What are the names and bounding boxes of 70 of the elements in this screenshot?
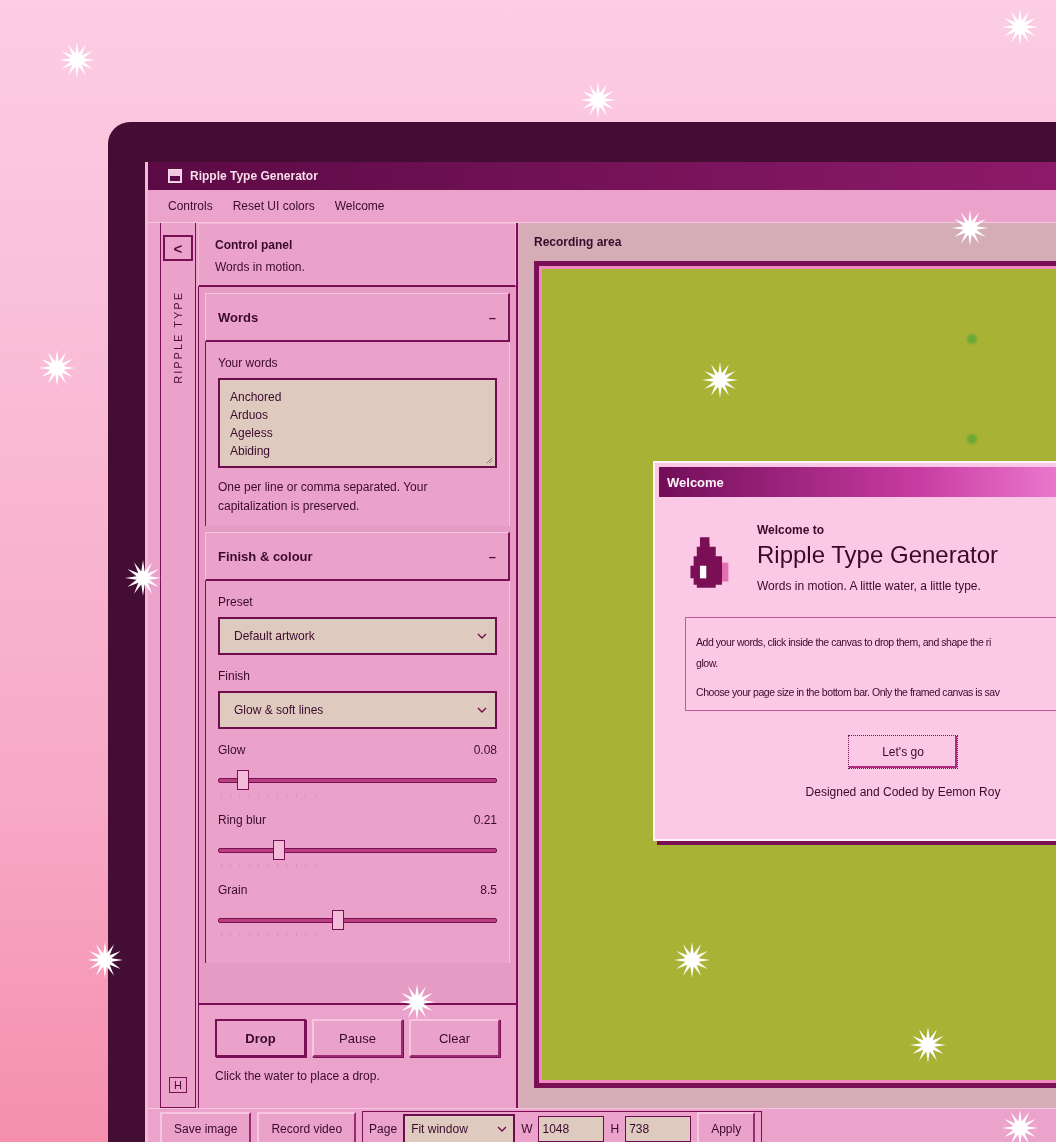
slider-label: Glow xyxy=(218,743,246,757)
dropdown[interactable]: Glow & soft lines xyxy=(218,691,497,729)
ripple-dot xyxy=(967,334,977,344)
chevron-down-icon xyxy=(477,707,487,713)
action-button[interactable]: Pause xyxy=(312,1019,403,1057)
field-label: Your words xyxy=(218,356,279,370)
width-input[interactable]: 1048 xyxy=(538,1116,605,1142)
section-header[interactable]: Finish & colour – xyxy=(205,532,510,581)
words-textarea[interactable]: Anchored Arduos Ageless Abiding xyxy=(218,378,497,468)
credit-text: Designed and Coded by Eemon Roy xyxy=(804,785,1002,799)
welcome-heading: Ripple Type Generator xyxy=(757,541,999,569)
field-label: Preset xyxy=(218,595,254,609)
slider-value: 8.5 xyxy=(480,883,497,897)
slider-track[interactable] xyxy=(218,839,497,861)
word-line: Abiding xyxy=(230,443,272,460)
resize-grip-icon xyxy=(485,456,493,464)
word-line: Anchored xyxy=(230,389,283,406)
info-text: Add your words, click inside the canvas to drop them, and shape the ri glow. xyxy=(696,635,991,671)
slider-label: Grain xyxy=(218,883,248,897)
menu-item[interactable]: Reset UI colors xyxy=(232,199,315,213)
page-dropdown[interactable]: Fit window xyxy=(403,1114,516,1142)
hint-text: One per line or comma separated. Your capitalization is preserved. xyxy=(218,479,429,515)
collapse-toggle[interactable]: – xyxy=(488,548,496,564)
dialog-title-bar: Welcome xyxy=(659,467,1056,497)
word-line: Ageless xyxy=(230,425,274,442)
field-label: Finish xyxy=(218,669,251,683)
chevron-down-icon xyxy=(477,633,487,639)
slider-value: 0.08 xyxy=(473,743,497,757)
action-button[interactable]: Clear xyxy=(409,1019,500,1057)
slider-track[interactable] xyxy=(218,909,497,931)
back-button[interactable]: < xyxy=(163,235,193,261)
action-button[interactable]: Drop xyxy=(215,1019,306,1057)
field-label: H xyxy=(610,1122,620,1136)
section-header[interactable]: Words – xyxy=(205,293,510,342)
welcome-kicker: Welcome to xyxy=(757,523,826,537)
field-label: Page xyxy=(369,1122,398,1136)
slider-thumb[interactable] xyxy=(237,770,250,790)
panel-subtitle: Words in motion. xyxy=(215,260,306,274)
ripple-dot xyxy=(967,434,977,444)
panel-title: Recording area xyxy=(534,234,622,251)
menu-item[interactable]: Welcome xyxy=(334,199,385,213)
lets-go-button[interactable]: Let's go xyxy=(848,735,958,769)
window-title: Ripple Type Generator xyxy=(190,169,318,183)
toolbar-button[interactable]: Record video xyxy=(257,1112,357,1142)
collapse-toggle[interactable]: – xyxy=(488,309,496,325)
section-title: Finish & colour xyxy=(218,548,313,564)
dropdown[interactable]: Default artwork xyxy=(218,617,497,655)
hint-text: Click the water to place a drop. xyxy=(215,1069,381,1083)
info-text: Choose your page size in the bottom bar. Only the framed canvas is sav xyxy=(696,685,1000,700)
menu-item[interactable]: Controls xyxy=(168,199,213,213)
slider-track[interactable] xyxy=(218,769,497,791)
slider-thumb[interactable] xyxy=(273,840,286,860)
slider-thumb[interactable] xyxy=(331,910,344,930)
section-title: Words xyxy=(218,309,259,325)
dropdown-value: Glow & soft lines xyxy=(234,703,324,717)
slider-label: Ring blur xyxy=(218,813,267,827)
dropdown-value: Default artwork xyxy=(234,629,315,643)
dropdown-value: Fit window xyxy=(411,1122,468,1136)
toolbar-button[interactable]: Save image xyxy=(160,1112,252,1142)
panel-title: Control panel xyxy=(215,238,294,252)
chevron-down-icon xyxy=(497,1126,508,1132)
window-icon xyxy=(168,169,182,183)
welcome-tagline: Words in motion. A little water, a little type. xyxy=(757,579,982,593)
field-label: W xyxy=(521,1122,533,1136)
app-label: RIPPLE TYPE xyxy=(172,291,184,384)
word-line: Arduos xyxy=(230,407,270,424)
apply-button[interactable]: Apply xyxy=(697,1112,756,1142)
height-input[interactable]: 738 xyxy=(625,1116,692,1142)
h-button[interactable]: H xyxy=(169,1077,187,1093)
slider-value: 0.21 xyxy=(473,813,497,827)
